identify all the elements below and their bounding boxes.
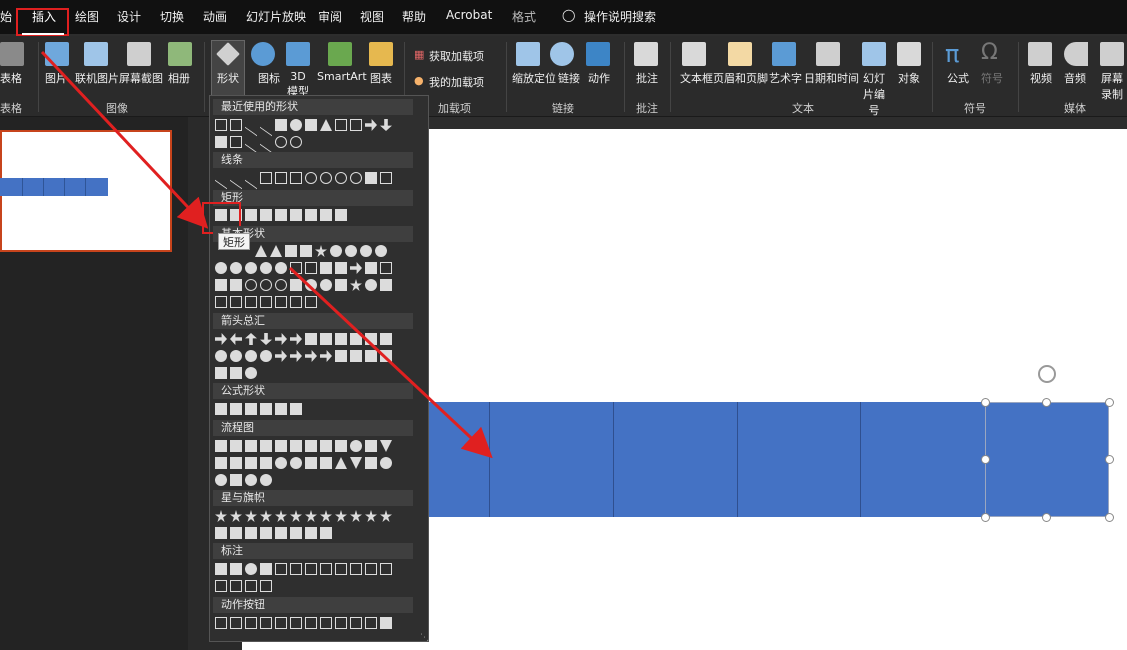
annotation-arrow-1	[40, 50, 209, 229]
annotation-arrow-2	[288, 266, 493, 459]
annotation-arrows	[40, 50, 493, 459]
